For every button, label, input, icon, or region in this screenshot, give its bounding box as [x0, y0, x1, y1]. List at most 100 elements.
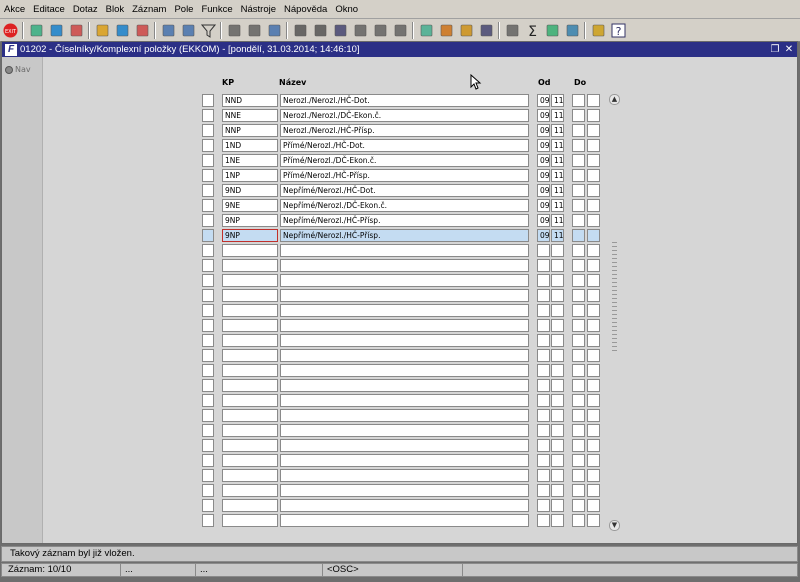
do-field-1[interactable] [572, 199, 585, 212]
nazev-field[interactable] [280, 379, 529, 392]
do-field-1[interactable] [572, 139, 585, 152]
do-field-2[interactable] [587, 244, 600, 257]
od-field-1[interactable]: 09 [537, 199, 550, 212]
do-field-1[interactable] [572, 469, 585, 482]
nazev-field[interactable] [280, 349, 529, 362]
do-field-2[interactable] [587, 319, 600, 332]
do-field-2[interactable] [587, 274, 600, 287]
do-field-2[interactable] [587, 454, 600, 467]
nazev-field[interactable] [280, 244, 529, 257]
nazev-field[interactable]: Nepřímé/Nerozl./HČ-Přísp. [280, 214, 529, 227]
do-field-2[interactable] [587, 259, 600, 272]
do-field-2[interactable] [587, 229, 600, 242]
sum-icon[interactable]: Σ [524, 22, 541, 39]
menu-item-3[interactable]: Blok [102, 4, 128, 15]
kp-field[interactable] [222, 289, 278, 302]
kp-field[interactable] [222, 304, 278, 317]
kp-field[interactable] [222, 499, 278, 512]
kp-field[interactable] [222, 349, 278, 362]
do-field-2[interactable] [587, 469, 600, 482]
od-field-1[interactable] [537, 244, 550, 257]
row-selector[interactable] [202, 184, 214, 197]
kp-field[interactable]: 1NP [222, 169, 278, 182]
do-field-1[interactable] [572, 304, 585, 317]
od-field-1[interactable]: 09 [537, 214, 550, 227]
nazev-field[interactable] [280, 274, 529, 287]
cancel-query-icon[interactable] [134, 22, 151, 39]
od-field-2[interactable] [551, 514, 564, 527]
od-field-2[interactable] [551, 499, 564, 512]
nazev-field[interactable]: Přímé/Nerozl./HČ-Dot. [280, 139, 529, 152]
od-field-2[interactable]: 11 [551, 109, 564, 122]
do-field-1[interactable] [572, 229, 585, 242]
kp-field[interactable] [222, 394, 278, 407]
enter-query-icon[interactable] [94, 22, 111, 39]
do-field-1[interactable] [572, 409, 585, 422]
do-field-1[interactable] [572, 109, 585, 122]
od-field-1[interactable]: 09 [537, 169, 550, 182]
od-field-2[interactable]: 11 [551, 94, 564, 107]
do-field-1[interactable] [572, 184, 585, 197]
do-field-2[interactable] [587, 334, 600, 347]
od-field-1[interactable] [537, 274, 550, 287]
od-field-2[interactable] [551, 469, 564, 482]
od-field-2[interactable] [551, 454, 564, 467]
od-field-1[interactable] [537, 499, 550, 512]
row-selector[interactable] [202, 439, 214, 452]
od-field-1[interactable]: 09 [537, 139, 550, 152]
kp-field[interactable] [222, 409, 278, 422]
scroll-down-icon[interactable]: ▼ [609, 520, 620, 531]
do-field-1[interactable] [572, 154, 585, 167]
row-selector[interactable] [202, 229, 214, 242]
do-field-1[interactable] [572, 484, 585, 497]
kp-field[interactable]: 9NE [222, 199, 278, 212]
od-field-2[interactable]: 11 [551, 229, 564, 242]
row-selector[interactable] [202, 349, 214, 362]
document-icon[interactable] [392, 22, 409, 39]
exit-icon[interactable]: EXIT [2, 22, 19, 39]
scroll-up-icon[interactable]: ▲ [609, 94, 620, 105]
row-selector[interactable] [202, 409, 214, 422]
od-field-2[interactable]: 11 [551, 169, 564, 182]
od-field-2[interactable]: 11 [551, 139, 564, 152]
row-selector[interactable] [202, 394, 214, 407]
do-field-2[interactable] [587, 394, 600, 407]
do-field-1[interactable] [572, 379, 585, 392]
warning-icon[interactable] [590, 22, 607, 39]
do-field-2[interactable] [587, 289, 600, 302]
nazev-field[interactable] [280, 259, 529, 272]
row-selector[interactable] [202, 304, 214, 317]
kp-field[interactable] [222, 274, 278, 287]
nazev-field[interactable] [280, 364, 529, 377]
nazev-field[interactable] [280, 454, 529, 467]
od-field-1[interactable] [537, 469, 550, 482]
row-selector[interactable] [202, 484, 214, 497]
calculator-icon[interactable] [372, 22, 389, 39]
row-selector[interactable] [202, 334, 214, 347]
do-field-2[interactable] [587, 184, 600, 197]
help-icon[interactable]: ? [610, 22, 627, 39]
nazev-field[interactable] [280, 289, 529, 302]
nazev-field[interactable] [280, 409, 529, 422]
row-selector[interactable] [202, 469, 214, 482]
kp-field[interactable] [222, 379, 278, 392]
kp-field[interactable] [222, 244, 278, 257]
kp-field[interactable] [222, 484, 278, 497]
do-field-2[interactable] [587, 169, 600, 182]
od-field-2[interactable] [551, 394, 564, 407]
row-selector[interactable] [202, 94, 214, 107]
od-field-1[interactable] [537, 409, 550, 422]
menu-item-8[interactable]: Nápověda [280, 4, 331, 15]
close-icon[interactable]: ✕ [783, 44, 795, 56]
do-field-2[interactable] [587, 439, 600, 452]
edit-icon[interactable] [478, 22, 495, 39]
od-field-1[interactable] [537, 349, 550, 362]
do-field-1[interactable] [572, 124, 585, 137]
do-field-2[interactable] [587, 154, 600, 167]
row-selector[interactable] [202, 214, 214, 227]
od-field-2[interactable] [551, 484, 564, 497]
nazev-field[interactable]: Nerozl./Nerozl./DČ-Ekon.č. [280, 109, 529, 122]
od-field-2[interactable] [551, 244, 564, 257]
row-selector[interactable] [202, 199, 214, 212]
nazev-field[interactable]: Přímé/Nerozl./HČ-Přísp. [280, 169, 529, 182]
